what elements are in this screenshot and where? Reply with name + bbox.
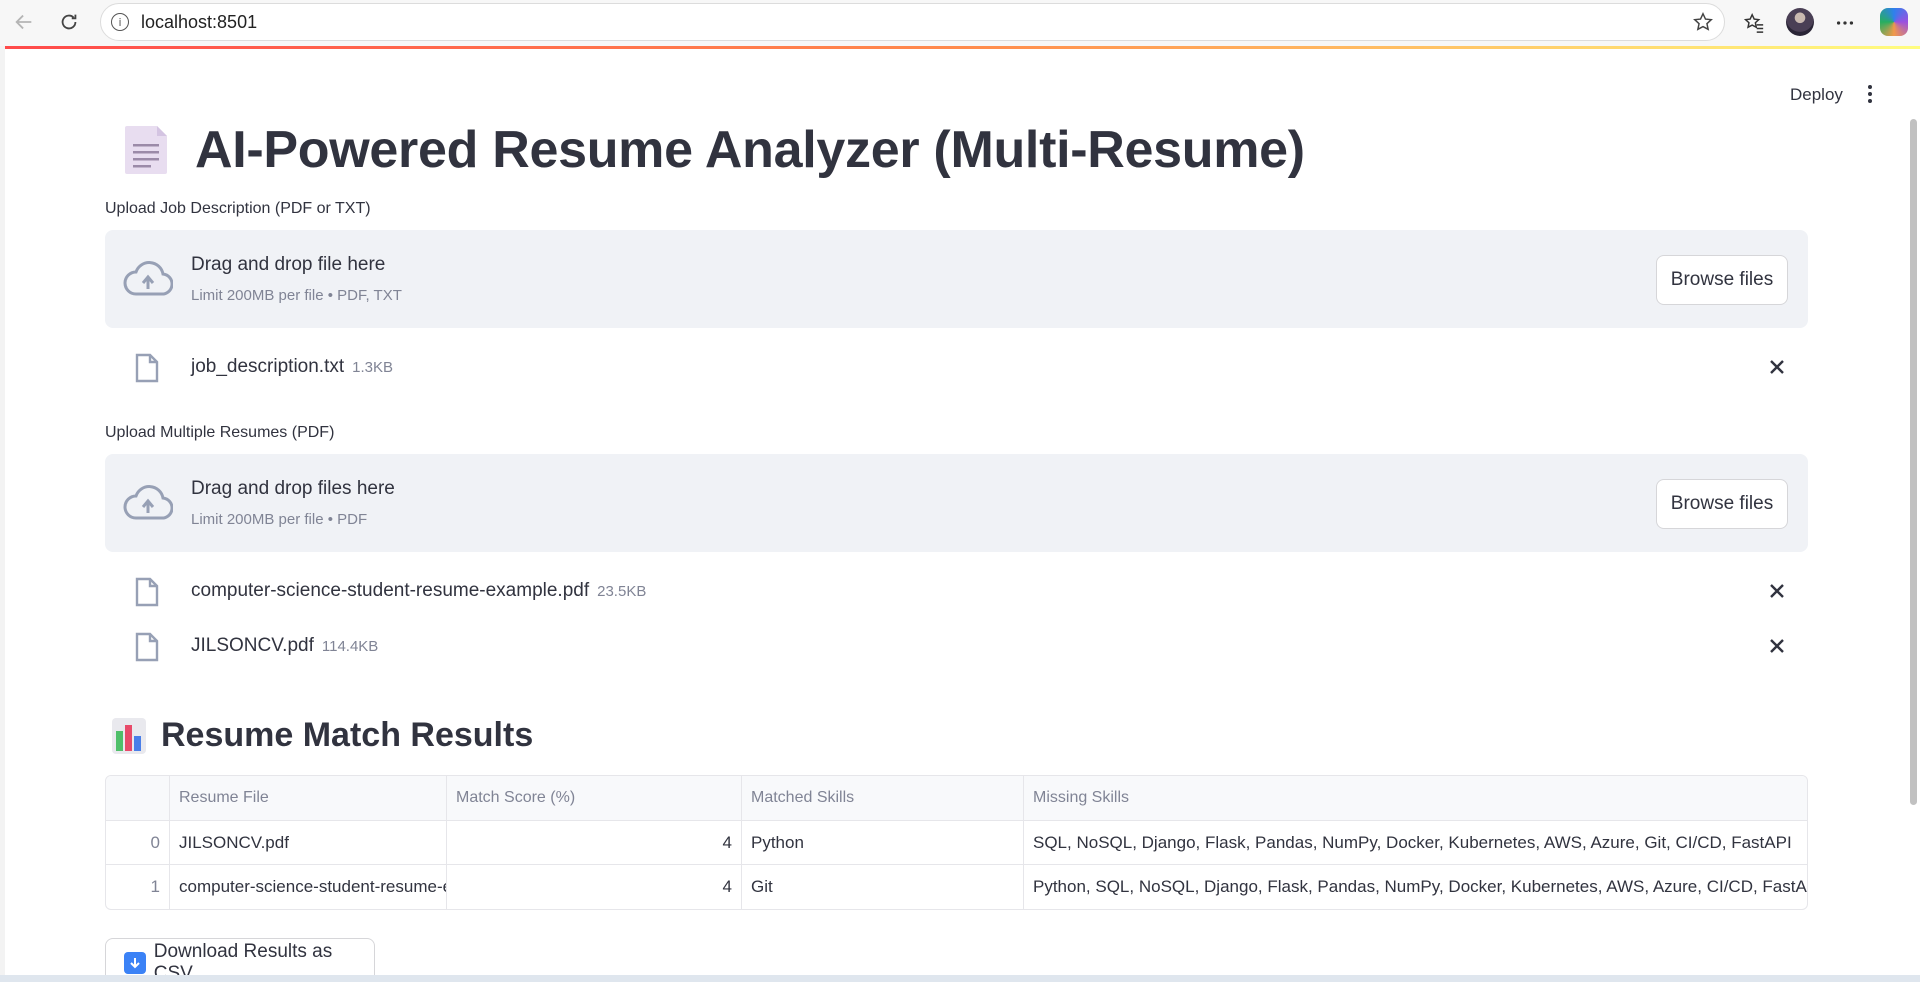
scrollbar[interactable] [1910,119,1917,805]
cell-match-score[interactable]: 4 [447,821,742,864]
column-header-match-score[interactable]: Match Score (%) [447,776,742,820]
file-size: 23.5KB [597,583,647,600]
uploaded-file-row: computer-science-student-resume-example.… [105,571,1808,611]
address-bar[interactable]: i localhost:8501 [100,3,1725,41]
download-csv-label: Download Results as CSV [153,941,333,975]
document-icon [123,124,169,176]
cloud-upload-icon [123,260,174,298]
resume-upload-label: Upload Multiple Resumes (PDF) [105,424,335,441]
copilot-icon[interactable] [1880,8,1908,36]
dropzone-title: Drag and drop file here [191,254,386,275]
row-index[interactable]: 1 [106,865,170,909]
results-title: Resume Match Results [161,716,534,754]
cell-match-score[interactable]: 4 [447,865,742,909]
streamlit-app: Deploy AI-Powered Resume Analyzer (Multi… [5,49,1920,975]
file-name: JILSONCV.pdf [191,635,314,656]
results-heading: Resume Match Results [111,716,533,755]
cell-missing-skills[interactable]: Python, SQL, NoSQL, Django, Flask, Panda… [1024,865,1807,909]
remove-file-close-icon[interactable] [1765,579,1789,603]
download-csv-button[interactable]: Download Results as CSV [105,938,375,975]
table-header-row: Resume File Match Score (%) Matched Skil… [106,776,1807,821]
page-header: AI-Powered Resume Analyzer (Multi-Resume… [123,115,1305,185]
download-arrow-icon [124,952,146,974]
file-icon [135,632,159,662]
row-index[interactable]: 0 [106,821,170,864]
browse-files-button[interactable]: Browse files [1656,479,1788,529]
cloud-upload-icon [123,484,174,522]
profile-avatar[interactable] [1786,8,1814,36]
favorites-icon[interactable] [1738,7,1770,39]
file-icon [135,577,159,607]
job-dropzone[interactable]: Drag and drop file here Limit 200MB per … [105,230,1808,328]
file-name: job_description.txt [191,356,345,377]
cell-resume-file[interactable]: computer-science-student-resume-example.… [170,865,447,909]
page-title: AI-Powered Resume Analyzer (Multi-Resume… [195,121,1305,179]
file-size: 1.3KB [352,359,394,376]
table-row: 1 computer-science-student-resume-exampl… [106,865,1807,909]
job-upload-label: Upload Job Description (PDF or TXT) [105,200,371,217]
dropzone-limit: Limit 200MB per file • PDF [191,511,368,528]
file-icon [135,353,159,383]
cell-resume-file[interactable]: JILSONCV.pdf [170,821,447,864]
reload-icon[interactable] [53,6,85,38]
dropzone-title: Drag and drop files here [191,478,395,499]
cell-matched-skills[interactable]: Python [742,821,1024,864]
more-menu-icon[interactable] [1829,7,1861,39]
uploaded-file-row: JILSONCV.pdf 114.4KB [105,626,1808,666]
favorite-star-icon[interactable] [1692,11,1714,38]
column-header-matched-skills[interactable]: Matched Skills [742,776,1024,820]
remove-file-close-icon[interactable] [1765,634,1789,658]
uploaded-file-row: job_description.txt 1.3KB [105,347,1808,387]
deploy-button[interactable]: Deploy [1780,79,1853,111]
table-row: 0 JILSONCV.pdf 4 Python SQL, NoSQL, Djan… [106,821,1807,865]
main-menu-icon[interactable] [1858,79,1882,109]
cell-missing-skills[interactable]: SQL, NoSQL, Django, Flask, Pandas, NumPy… [1024,821,1807,864]
browser-toolbar: i localhost:8501 [0,0,1920,46]
results-table[interactable]: Resume File Match Score (%) Matched Skil… [105,775,1808,910]
bar-chart-icon [111,717,147,755]
column-header-missing-skills[interactable]: Missing Skills [1024,776,1807,820]
remove-file-close-icon[interactable] [1765,355,1789,379]
column-header-index[interactable] [106,776,170,820]
dropzone-limit: Limit 200MB per file • PDF, TXT [191,287,402,304]
cell-matched-skills[interactable]: Git [742,865,1024,909]
file-name: computer-science-student-resume-example.… [191,580,590,601]
browse-files-button[interactable]: Browse files [1656,255,1788,305]
url-text[interactable]: localhost:8501 [141,12,257,33]
file-size: 114.4KB [321,638,379,655]
resume-dropzone[interactable]: Drag and drop files here Limit 200MB per… [105,454,1808,552]
taskbar-strip [0,975,1920,982]
site-info-icon[interactable]: i [111,13,129,31]
back-icon[interactable] [8,6,40,38]
column-header-resume-file[interactable]: Resume File [170,776,447,820]
